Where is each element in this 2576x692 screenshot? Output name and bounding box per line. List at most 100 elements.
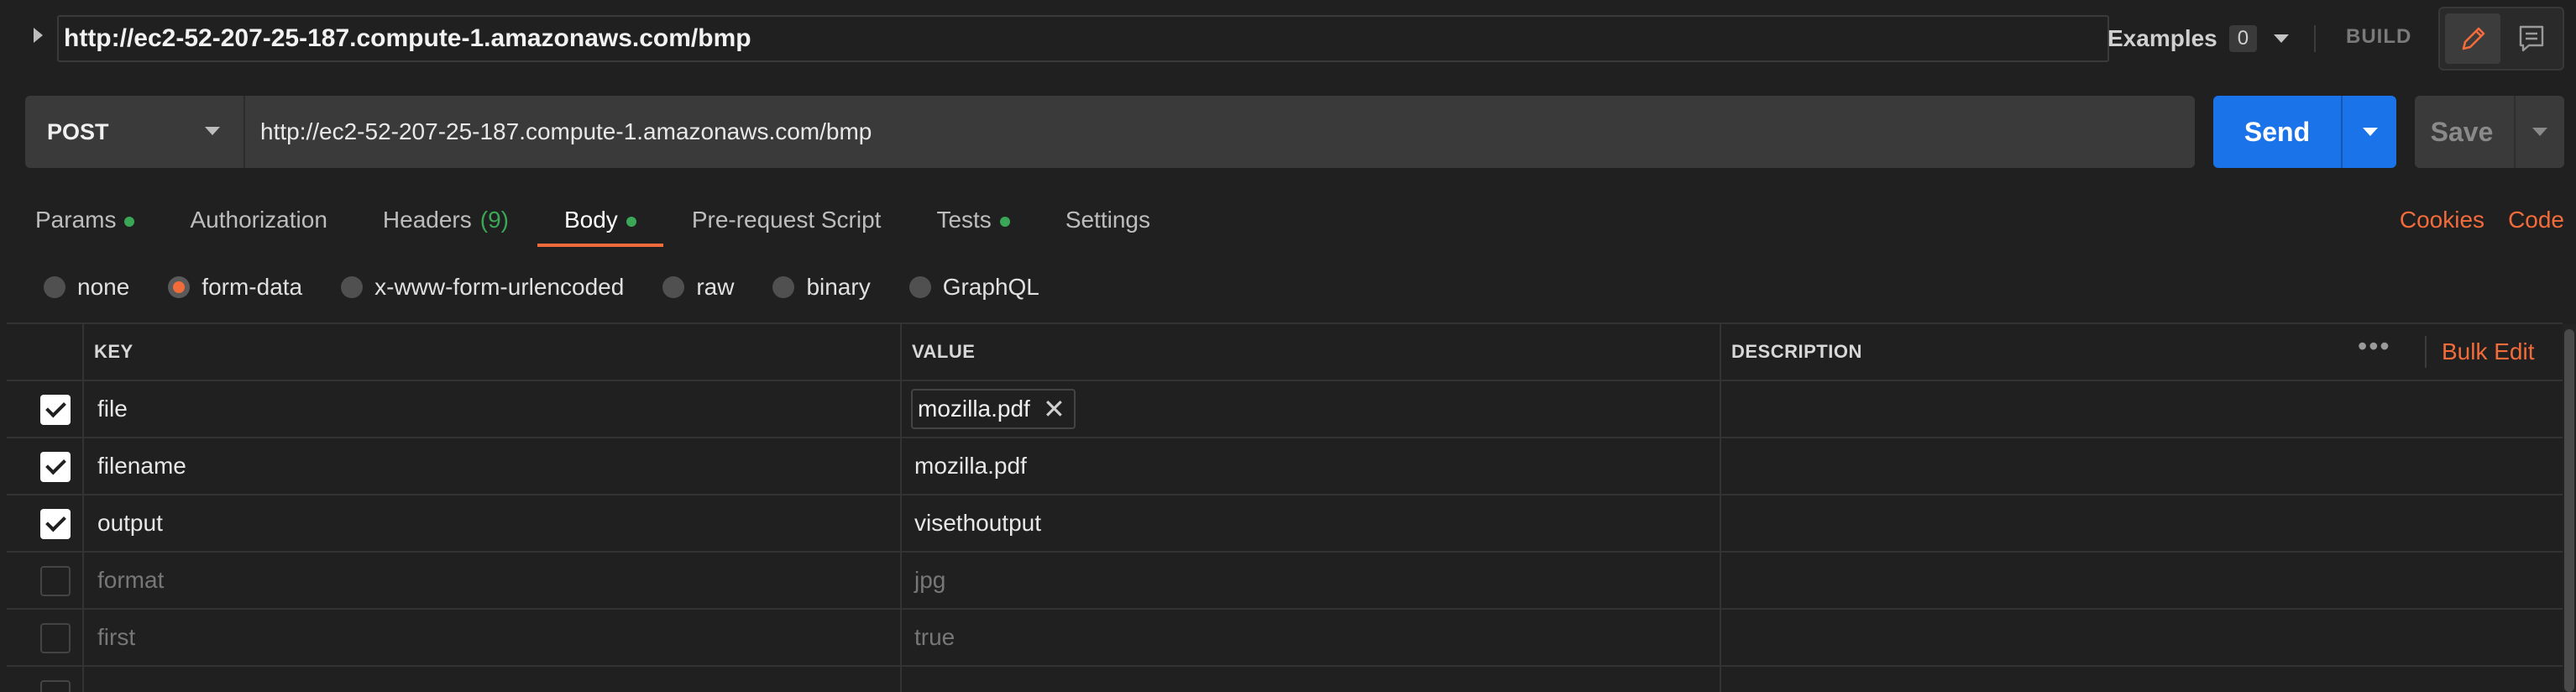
expand-caret-icon[interactable] <box>34 28 43 43</box>
body-type-selector: none form-data x-www-form-urlencoded raw… <box>44 270 1078 304</box>
tab-params[interactable]: Params <box>35 200 135 250</box>
url-input[interactable] <box>243 96 2195 168</box>
form-data-table: KEY VALUE DESCRIPTION ••• Bulk Edit file… <box>7 322 2563 692</box>
request-name[interactable]: http://ec2-52-207-25-187.compute-1.amazo… <box>57 15 2109 62</box>
table-row: first true <box>7 610 2563 667</box>
radio-button[interactable] <box>44 276 65 298</box>
send-options-button[interactable] <box>2343 96 2396 168</box>
key-cell[interactable]: filename <box>97 438 186 494</box>
tab-label: Body <box>563 207 618 233</box>
send-button-group: Send <box>2213 96 2396 168</box>
key-cell[interactable]: format <box>97 553 164 608</box>
table-row: filename mozilla.pdf <box>7 438 2563 495</box>
tab-label: Pre-request Script <box>691 207 882 233</box>
radio-label: form-data <box>202 274 303 300</box>
bulk-edit-link[interactable]: Bulk Edit <box>2442 324 2535 380</box>
pencil-icon <box>2462 27 2485 50</box>
status-dot <box>999 217 1010 227</box>
value-cell[interactable]: jpg <box>914 553 945 608</box>
tab-label: Settings <box>1065 207 1150 233</box>
row-enabled-checkbox[interactable] <box>40 509 71 539</box>
radio-form-data[interactable]: form-data <box>168 274 302 301</box>
edit-mode-button[interactable] <box>2445 13 2500 64</box>
radio-label: GraphQL <box>942 274 1039 300</box>
radio-label: raw <box>696 274 735 300</box>
save-button-group: Save <box>2415 96 2564 168</box>
status-dot <box>124 217 135 227</box>
table-row: format jpg <box>7 553 2563 610</box>
value-cell[interactable]: visethoutput <box>914 495 1041 551</box>
comment-icon <box>2519 25 2544 52</box>
tab-label: Params <box>35 207 117 233</box>
more-options-icon[interactable]: ••• <box>2358 324 2391 380</box>
radio-none[interactable]: none <box>44 274 129 301</box>
divider <box>2425 336 2427 368</box>
chevron-down-icon <box>2532 128 2547 136</box>
save-button[interactable]: Save <box>2415 96 2509 168</box>
method-select[interactable]: POST <box>25 96 243 168</box>
method-label: POST <box>47 119 109 144</box>
request-tabs: Params Authorization Headers (9) Body Pr… <box>35 200 1206 250</box>
divider <box>2314 25 2316 52</box>
examples-dropdown[interactable]: Examples 0 <box>2107 18 2290 59</box>
chevron-down-icon <box>2363 128 2378 136</box>
tab-label: Tests <box>936 207 992 233</box>
column-header-key: KEY <box>94 341 134 362</box>
tab-label: Authorization <box>190 207 327 233</box>
chevron-down-icon <box>205 127 220 135</box>
examples-label: Examples <box>2107 25 2217 51</box>
cookies-link[interactable]: Cookies <box>2400 207 2484 233</box>
request-builder: http://ec2-52-207-25-187.compute-1.amazo… <box>0 0 2576 692</box>
row-enabled-checkbox[interactable] <box>40 623 71 653</box>
file-name: mozilla.pdf <box>918 396 1030 422</box>
right-links: Cookies Code <box>2376 207 2564 233</box>
tab-body[interactable]: Body <box>537 200 663 250</box>
radio-button[interactable] <box>341 276 364 298</box>
radio-label: none <box>77 274 130 300</box>
column-header-value: VALUE <box>912 341 976 362</box>
row-enabled-checkbox[interactable] <box>40 680 71 692</box>
radio-button[interactable] <box>772 276 795 298</box>
tab-settings[interactable]: Settings <box>1065 200 1150 250</box>
table-row: output visethoutput <box>7 495 2563 553</box>
mode-toggle <box>2438 7 2564 71</box>
build-label: BUILD <box>2346 25 2412 48</box>
table-row <box>7 667 2563 692</box>
request-title-bar: http://ec2-52-207-25-187.compute-1.amazo… <box>0 0 2576 76</box>
table-header-row: KEY VALUE DESCRIPTION ••• Bulk Edit <box>7 324 2563 381</box>
value-cell[interactable]: mozilla.pdf <box>914 438 1027 494</box>
radio-label: binary <box>806 274 871 300</box>
headers-count: (9) <box>479 207 509 233</box>
tab-tests[interactable]: Tests <box>936 200 1010 250</box>
value-cell[interactable]: true <box>914 610 955 665</box>
chevron-down-icon <box>2274 34 2290 43</box>
tab-authorization[interactable]: Authorization <box>190 200 327 250</box>
comments-mode-button[interactable] <box>2505 13 2558 64</box>
radio-button[interactable] <box>662 276 685 298</box>
row-enabled-checkbox[interactable] <box>40 395 71 425</box>
key-cell[interactable]: first <box>97 610 135 665</box>
radio-raw[interactable]: raw <box>662 274 734 301</box>
column-header-description: DESCRIPTION <box>1731 341 1862 362</box>
examples-count-badge: 0 <box>2228 25 2258 52</box>
radio-graphql[interactable]: GraphQL <box>908 274 1039 301</box>
save-options-button[interactable] <box>2516 96 2564 168</box>
radio-button[interactable] <box>908 276 931 298</box>
send-button[interactable]: Send <box>2213 96 2341 168</box>
file-chip: mozilla.pdf ✕ <box>911 389 1076 429</box>
tab-headers[interactable]: Headers (9) <box>383 200 509 250</box>
table-row: file mozilla.pdf ✕ <box>7 381 2563 438</box>
key-cell[interactable]: output <box>97 495 163 551</box>
status-dot <box>626 217 636 227</box>
radio-x-www-form-urlencoded[interactable]: x-www-form-urlencoded <box>341 274 624 301</box>
row-enabled-checkbox[interactable] <box>40 566 71 596</box>
row-enabled-checkbox[interactable] <box>40 452 71 482</box>
key-cell[interactable]: file <box>97 381 128 437</box>
radio-binary[interactable]: binary <box>772 274 871 301</box>
code-link[interactable]: Code <box>2508 207 2564 233</box>
tab-pre-request-script[interactable]: Pre-request Script <box>692 200 882 250</box>
scrollbar-thumb[interactable] <box>2564 329 2574 692</box>
radio-button[interactable] <box>168 276 191 298</box>
close-icon[interactable]: ✕ <box>1043 391 1065 427</box>
radio-label: x-www-form-urlencoded <box>374 274 625 300</box>
